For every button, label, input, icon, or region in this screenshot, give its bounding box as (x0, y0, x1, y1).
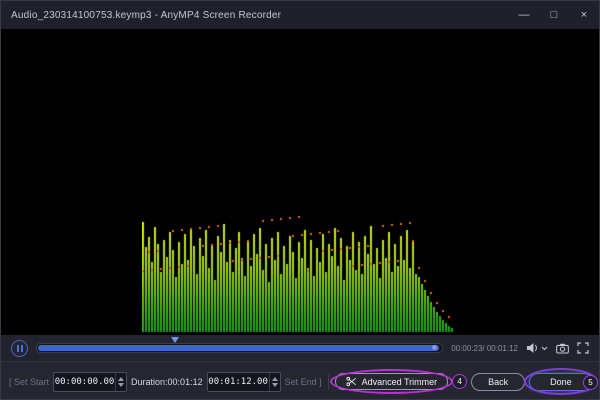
end-time-stepper[interactable] (268, 372, 280, 391)
step-down-icon[interactable] (118, 382, 125, 387)
step-up-icon[interactable] (118, 376, 125, 381)
set-start-button[interactable]: [ Set Start (9, 377, 49, 387)
step-up-icon[interactable] (271, 376, 278, 381)
scissors-icon (346, 376, 356, 387)
duration-label: Duration:00:01:12 (131, 376, 203, 387)
playback-bar: 00:00:23/ 00:01:12 (1, 335, 599, 361)
volume-button[interactable] (526, 342, 548, 354)
app-window: Audio_230314100753.keymp3 - AnyMP4 Scree… (0, 0, 600, 400)
annotation-badge-4: 4 (452, 374, 468, 389)
trim-toolbar: [ Set Start 00:00:00.00 Duration:00:01:1… (1, 361, 599, 399)
start-time-input[interactable]: 00:00:00.00 (53, 371, 128, 392)
start-time-value[interactable]: 00:00:00.00 (54, 377, 115, 387)
minimize-button[interactable]: — (509, 1, 539, 29)
advanced-trimmer-label: Advanced Trimmer (361, 376, 438, 387)
audio-waveform (142, 199, 458, 334)
annotation-badge-5: 5 (583, 375, 598, 390)
progress-fill (38, 345, 440, 351)
playhead-marker[interactable] (170, 337, 179, 343)
advanced-trimmer-button[interactable]: Advanced Trimmer (334, 373, 449, 390)
maximize-button[interactable]: □ (539, 1, 569, 29)
time-display: 00:00:23/ 00:01:12 (451, 343, 518, 353)
window-controls: — □ × (509, 1, 599, 29)
end-time-input[interactable]: 00:01:12.00 (206, 371, 281, 392)
window-title: Audio_230314100753.keymp3 - AnyMP4 Scree… (11, 9, 282, 21)
fullscreen-button[interactable] (577, 342, 589, 354)
step-down-icon[interactable] (271, 382, 278, 387)
end-time-value[interactable]: 00:01:12.00 (208, 377, 269, 387)
snapshot-camera-button[interactable] (556, 343, 569, 354)
title-bar: Audio_230314100753.keymp3 - AnyMP4 Scree… (1, 1, 599, 29)
progress-slider[interactable] (36, 337, 444, 353)
pause-button[interactable] (11, 339, 28, 357)
set-end-button[interactable]: Set End ] (285, 377, 322, 387)
toolbar-divider (327, 373, 329, 390)
close-button[interactable]: × (569, 1, 599, 29)
start-time-stepper[interactable] (115, 372, 126, 391)
audio-preview-area (1, 29, 599, 335)
back-button[interactable]: Back (471, 372, 526, 391)
